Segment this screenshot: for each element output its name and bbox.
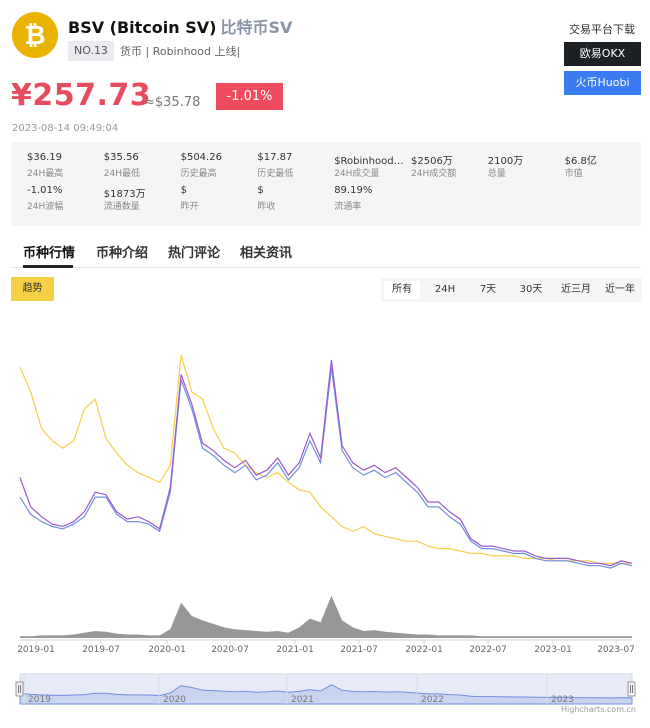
x-tick-label: 2021-01: [276, 645, 314, 655]
range-7d[interactable]: 7天: [470, 281, 506, 299]
range-3m[interactable]: 近三月: [555, 281, 597, 299]
stat-value: 2100万: [487, 156, 524, 165]
stat-label: 昨开: [180, 202, 199, 212]
stat-label: 流通数量: [103, 202, 140, 212]
x-tick-label: 2022-01: [405, 645, 443, 655]
exchange-download-title: 交易平台下载: [569, 23, 635, 36]
tab-comments[interactable]: 热门评论: [168, 242, 220, 261]
stat-item: 89.19% 流通率: [334, 185, 408, 212]
stats-panel: $36.19 24H最高 $35.56 24H最低 $504.26 历史最高 $17.87 历…: [11, 142, 641, 226]
range-24h[interactable]: 24H: [425, 281, 465, 299]
stat-value: 89.19%: [334, 185, 373, 196]
tab-market[interactable]: 币种行情: [23, 242, 75, 261]
x-tick-label: 2023-01: [534, 645, 572, 655]
x-tick-label: 2022-07: [469, 645, 507, 655]
huobi-download-button[interactable]: 火币Huobi: [564, 71, 641, 95]
stat-value: $: [180, 185, 187, 196]
stat-label: 24H成交量: [334, 169, 380, 179]
tab-intro[interactable]: 币种介绍: [96, 242, 148, 261]
stat-item: $504.26 历史最高: [181, 152, 255, 179]
price-usd: ≈$35.78: [144, 95, 201, 110]
stat-label: 24H最高: [27, 169, 64, 179]
stat-item: $35.56 24H最低: [104, 152, 178, 179]
stat-label: 24H最低: [103, 169, 141, 179]
x-tick-label: 2020-01: [148, 645, 186, 655]
stat-label: 流通率: [334, 202, 362, 212]
bitcoin-sv-logo: ₿: [12, 12, 58, 58]
navigator-tick-label: 2023: [551, 695, 574, 705]
coin-title: BSV (Bitcoin SV) 比特币SV: [68, 14, 292, 38]
okx-download-button[interactable]: 欧易OKX: [564, 42, 641, 66]
stat-value: $504.26: [180, 152, 222, 163]
stat-item: $ 昨开: [181, 185, 255, 212]
range-all[interactable]: 所有: [384, 281, 420, 299]
series-line-purple: [19, 359, 633, 567]
stat-label: 历史最高: [180, 169, 217, 179]
stat-label: 历史最低: [257, 169, 294, 179]
x-tick-label: 2021-07: [340, 645, 378, 655]
stat-value: $36.19: [27, 152, 62, 163]
stat-value: -1.01%: [27, 185, 63, 196]
stat-value: $35.56: [103, 152, 139, 163]
range-30d[interactable]: 30天: [511, 281, 551, 299]
stat-label: 昨收: [257, 202, 276, 212]
range-1y[interactable]: 近一年: [599, 281, 641, 299]
series-line-yellow: [19, 354, 632, 564]
navigator-handle-left[interactable]: [15, 681, 24, 697]
coin-tags: 货币 | Robinhood 上线|: [120, 45, 241, 58]
price-cny: ¥257.73: [11, 78, 152, 113]
stat-value: $6.8亿: [564, 156, 597, 165]
navigator-tick-label: 2019: [28, 695, 51, 705]
chart-credit: Highcharts.com.cn: [561, 705, 636, 714]
x-tick-label: 2019-01: [17, 645, 55, 655]
navigator-tick-label: 2022: [421, 695, 444, 705]
stat-label: 24H波幅: [27, 202, 64, 212]
price-chart[interactable]: 2019-01 2019-07 2020-01 2020-07 2021-01 2021-…: [0, 300, 650, 710]
update-timestamp: 2023-08-14 09:49:04: [12, 123, 119, 134]
bitcoin-b-icon: ₿: [24, 21, 45, 51]
active-tab-indicator: [23, 265, 73, 268]
svg-text:₿: ₿: [24, 21, 45, 51]
change-badge: -1.01%: [216, 83, 283, 110]
stat-item: -1.01% 24H波幅: [27, 185, 101, 212]
x-tick-label: 2020-07: [211, 645, 249, 655]
stat-value: $17.87: [257, 152, 293, 163]
stat-value: $2506万: [411, 156, 453, 165]
volume-area: [20, 595, 632, 638]
content-tabs: 币种行情 币种介绍 热门评论 相关资讯: [11, 240, 641, 268]
range-selector: 所有 24H 7天 30天 近三月 近一年: [381, 278, 642, 302]
stat-item: $Robinhood上线 24H成交量: [334, 152, 408, 179]
navigator-tick-label: 2021: [291, 695, 314, 705]
stat-label: 市值: [564, 169, 583, 179]
navigator-handle-right[interactable]: [627, 681, 636, 697]
coin-name: BSV (Bitcoin SV): [68, 18, 217, 37]
trend-button[interactable]: 趋势: [11, 277, 54, 301]
series-line-blue: [19, 367, 633, 569]
navigator-tick-label: 2020: [163, 695, 186, 705]
stat-value: $1873万: [103, 189, 146, 198]
stat-item: 2100万总量: [488, 152, 562, 179]
stat-item: $ 昨收: [257, 185, 331, 212]
rank-badge: NO.13: [68, 41, 114, 61]
stat-item: $36.19 24H最高: [27, 152, 101, 179]
stat-item: $1873万 流通数量: [104, 185, 178, 212]
stat-value: $Robinhood上线: [334, 156, 409, 165]
x-tick-label: 2023-07: [597, 645, 635, 655]
x-tick-label: 2019-07: [82, 645, 120, 655]
stat-item: $17.87 历史最低: [257, 152, 331, 179]
tab-news[interactable]: 相关资讯: [240, 242, 292, 261]
coin-cn-name: 比特币SV: [220, 18, 293, 37]
stat-item: $6.8亿市值: [565, 152, 639, 179]
stat-value: $: [257, 185, 264, 196]
stat-item: $2506万 24H成交额: [411, 152, 485, 179]
stat-label: 总量: [487, 169, 506, 179]
stat-label: 24H成交额: [411, 169, 457, 179]
